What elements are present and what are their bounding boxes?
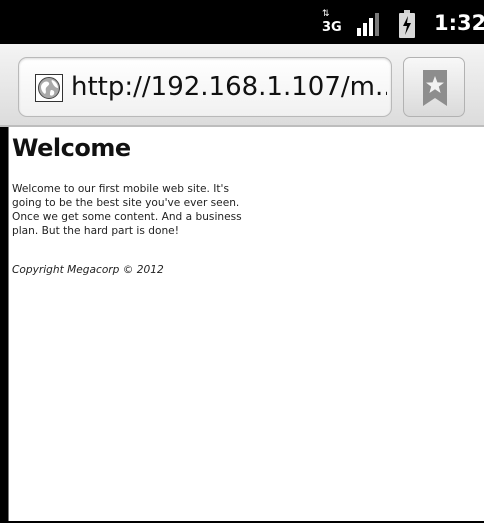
bookmark-star-icon [423,70,447,106]
browser-toolbar: http://192.168.1.107/m... [0,44,484,127]
page-body-text: Welcome to our first mobile web site. It… [12,183,242,237]
network-3g-icon: ⇅ 3G [322,9,342,37]
network-type-label: 3G [322,20,342,35]
copyright-footer: Copyright Megacorp © 2012 [12,264,164,276]
data-arrows-glyph: ⇅ [322,9,329,19]
status-bar: ⇅ 3G 1:32 [0,0,484,44]
url-bar[interactable]: http://192.168.1.107/m... [18,57,392,117]
page-title: Welcome [12,134,131,162]
bookmark-button[interactable] [403,57,465,117]
clock-time: 1:32 [434,11,484,35]
web-page-content: Welcome Welcome to our first mobile web … [8,127,484,521]
battery-charging-icon [399,10,415,38]
phone-screen: ⇅ 3G 1:32 http://192.168.1.107/m... Welc… [0,0,484,523]
signal-strength-icon [357,13,379,36]
globe-icon [35,74,63,102]
url-text[interactable]: http://192.168.1.107/m... [71,70,387,104]
